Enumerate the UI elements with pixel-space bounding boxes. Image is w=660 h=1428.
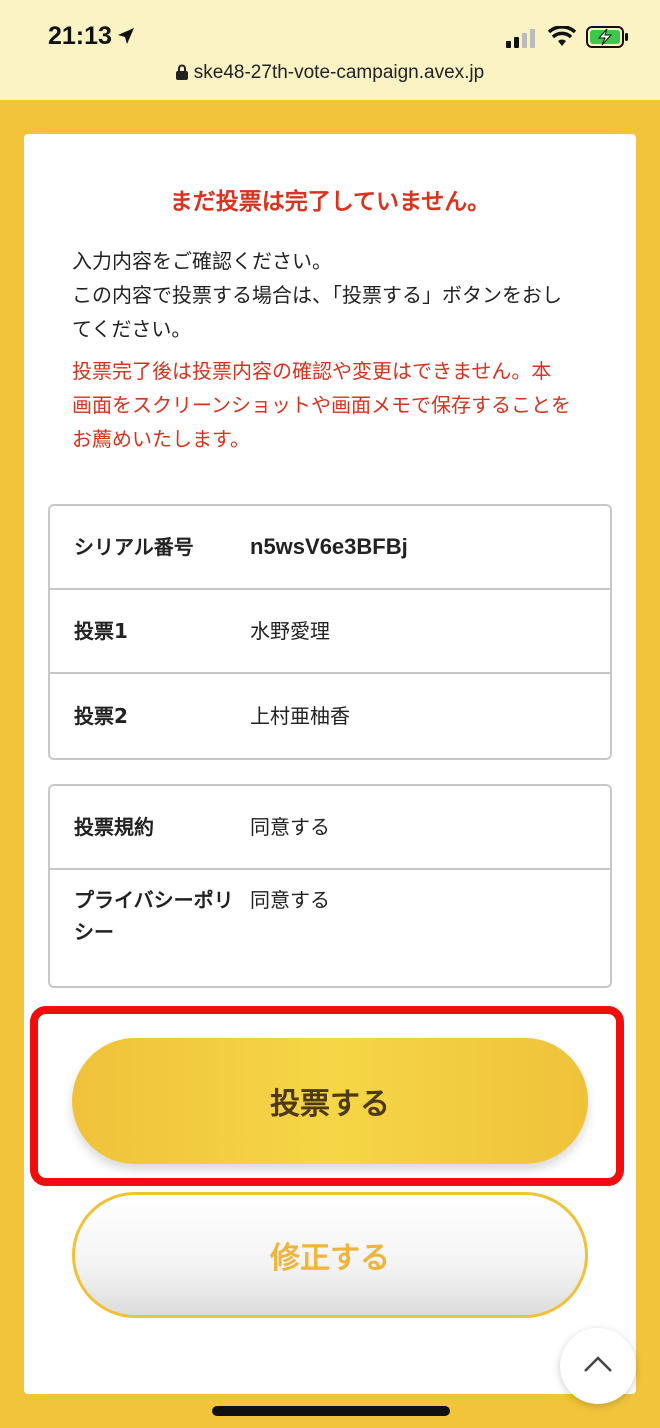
intro-text: 入力内容をご確認ください。 この内容で投票する場合は、「投票する」ボタンをおし … <box>72 244 602 346</box>
terms-value: 同意する <box>250 815 330 839</box>
table-row: 投票1 水野愛理 <box>50 590 610 674</box>
vote2-value: 上村亜柚香 <box>250 704 350 728</box>
notice-line: 画面をスクリーンショットや画面メモで保存することを <box>72 393 571 417</box>
vote1-label: 投票1 <box>74 619 128 643</box>
intro-line: てください。 <box>72 317 192 341</box>
signal-icon <box>506 28 538 52</box>
table-row: 投票2 上村亜柚香 <box>50 674 610 758</box>
privacy-label-line: シー <box>74 920 114 944</box>
chevron-up-icon <box>583 1355 613 1377</box>
notice-line: 投票完了後は投票内容の確認や変更はできません。本 <box>72 359 552 383</box>
location-arrow-icon <box>116 26 136 50</box>
battery-charging-icon <box>586 25 630 53</box>
vote-button[interactable]: 投票する <box>72 1038 588 1164</box>
intro-line: この内容で投票する場合は、「投票する」ボタンをおし <box>72 283 562 307</box>
status-time: 21:13 <box>48 22 112 50</box>
table-row: シリアル番号 n5wsV6e3BFBj <box>50 506 610 590</box>
agreement-table: 投票規約 同意する プライバシーポリ シー 同意する <box>48 784 612 988</box>
privacy-policy-value: 同意する <box>250 888 330 912</box>
scroll-to-top-button[interactable] <box>560 1328 636 1404</box>
vote2-label: 投票2 <box>74 704 128 728</box>
warning-title: まだ投票は完了していません。 <box>169 189 491 215</box>
browser-top-bar: 21:13 ske48-27th-vote-campaign.avex.jp <box>0 0 660 100</box>
lock-icon <box>175 64 188 86</box>
notice-line: お薦めいたします。 <box>72 427 250 451</box>
edit-button[interactable]: 修正する <box>72 1192 588 1318</box>
intro-line: 入力内容をご確認ください。 <box>72 249 332 273</box>
wifi-icon <box>547 25 577 52</box>
table-row: 投票規約 同意する <box>50 786 610 870</box>
privacy-policy-label: プライバシーポリ シー <box>50 884 250 948</box>
serial-number-value: n5wsV6e3BFBj <box>250 534 408 559</box>
privacy-label-line: プライバシーポリ <box>74 888 234 912</box>
table-row: プライバシーポリ シー 同意する <box>50 870 610 986</box>
url-bar[interactable]: ske48-27th-vote-campaign.avex.jp <box>0 62 660 86</box>
serial-number-label: シリアル番号 <box>74 535 194 559</box>
vote-summary-table: シリアル番号 n5wsV6e3BFBj 投票1 水野愛理 投票2 上村亜柚香 <box>48 504 612 760</box>
url-text: ske48-27th-vote-campaign.avex.jp <box>193 62 485 83</box>
home-indicator <box>212 1406 450 1416</box>
notice-text: 投票完了後は投票内容の確認や変更はできません。本 画面をスクリーンショットや画面… <box>72 354 602 456</box>
vote1-value: 水野愛理 <box>250 619 330 643</box>
terms-label: 投票規約 <box>74 815 154 839</box>
